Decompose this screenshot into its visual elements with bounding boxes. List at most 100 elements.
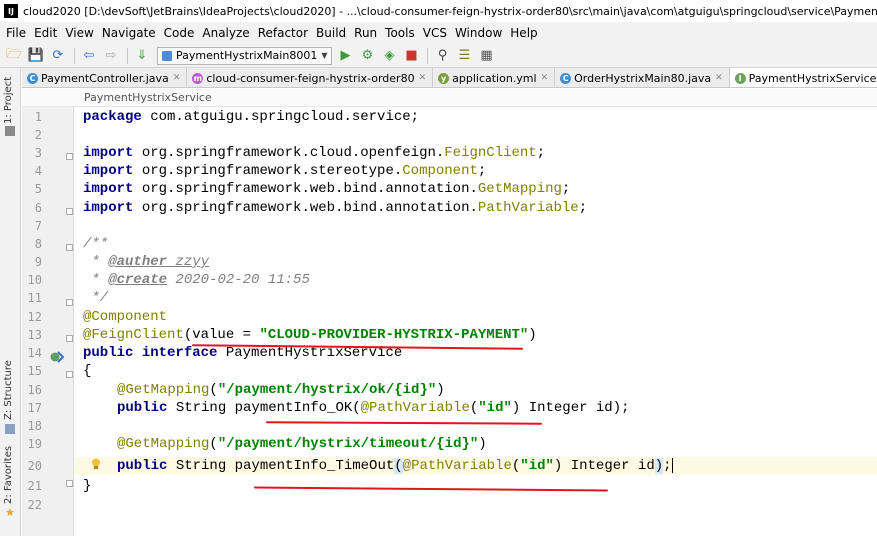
- line-number: 2: [34, 128, 42, 142]
- close-tab-icon[interactable]: ✕: [419, 73, 427, 83]
- star-icon: ★: [5, 506, 15, 519]
- menu-tools[interactable]: Tools: [381, 22, 419, 44]
- run-configuration-select[interactable]: PaymentHystrixMain8001 ▼: [157, 46, 333, 65]
- tab-label: application.yml: [452, 71, 537, 85]
- menu-bar: File Edit View Navigate Code Analyze Ref…: [0, 22, 877, 44]
- structure-icon[interactable]: ☰: [454, 46, 474, 66]
- favorites-tool-button[interactable]: 2: Favorites: [3, 446, 14, 504]
- project-structure-icon[interactable]: ▦: [476, 46, 496, 66]
- menu-window[interactable]: Window: [451, 22, 506, 44]
- implemented-interface-icon[interactable]: [50, 351, 64, 364]
- main-toolbar: 🗁 💾 ⟳ ⇦ ⇨ ⇓ PaymentHystrixMain8001 ▼ ▶ ⚙…: [0, 44, 877, 68]
- line-number: 1: [34, 110, 42, 124]
- run-icon[interactable]: ▶: [335, 46, 355, 66]
- breadcrumb[interactable]: PaymentHystrixService: [22, 89, 877, 107]
- menu-view[interactable]: View: [61, 22, 97, 44]
- file-type-icon: C: [27, 72, 38, 84]
- stop-icon[interactable]: ■: [401, 46, 421, 66]
- fold-marker[interactable]: [66, 335, 73, 342]
- menu-build[interactable]: Build: [312, 22, 350, 44]
- line-number: 6: [34, 201, 42, 215]
- folder-open-icon[interactable]: 🗁: [4, 46, 24, 66]
- code-line-5: import org.springframework.web.bind.anno…: [83, 181, 571, 197]
- line-number: 20: [27, 459, 42, 473]
- line-number: 14: [27, 346, 42, 360]
- close-tab-icon[interactable]: ✕: [715, 73, 723, 83]
- tab-label: cloud-consumer-feign-hystrix-order80: [206, 71, 415, 85]
- tab-0[interactable]: C PaymentController.java ✕: [22, 68, 188, 87]
- code-line-15: {: [83, 363, 92, 379]
- code-line-16: @GetMapping("/payment/hystrix/ok/{id}"): [117, 382, 445, 398]
- menu-file[interactable]: File: [2, 22, 30, 44]
- code-line-20: public String paymentInfo_TimeOut(@PathV…: [117, 457, 673, 474]
- code-line-13: @FeignClient(value = "CLOUD-PROVIDER-HYS…: [83, 327, 537, 343]
- forward-arrow-icon[interactable]: ⇨: [101, 46, 121, 66]
- menu-vcs[interactable]: VCS: [419, 22, 451, 44]
- tab-4[interactable]: IPaymentHystrixService.java✕: [729, 68, 877, 87]
- file-type-icon: m: [192, 72, 204, 84]
- line-number: 17: [27, 401, 42, 415]
- tab-2[interactable]: y application.yml ✕: [433, 68, 556, 87]
- run-configuration-label: PaymentHystrixMain8001: [176, 49, 318, 62]
- menu-run[interactable]: Run: [350, 22, 381, 44]
- fold-marker[interactable]: [66, 299, 73, 306]
- tab-1[interactable]: m cloud-consumer-feign-hystrix-order80 ✕: [187, 68, 434, 87]
- menu-edit[interactable]: Edit: [30, 22, 61, 44]
- line-number: 19: [27, 437, 42, 451]
- menu-navigate[interactable]: Navigate: [98, 22, 160, 44]
- code-text[interactable]: package com.atguigu.springcloud.service;…: [83, 107, 873, 536]
- line-number: 9: [34, 255, 42, 269]
- line-number: 11: [27, 291, 42, 305]
- line-number: 3: [34, 146, 42, 160]
- toolbar-divider: [74, 47, 75, 64]
- code-line-19: @GetMapping("/payment/hystrix/timeout/{i…: [117, 436, 487, 452]
- menu-help[interactable]: Help: [506, 22, 541, 44]
- code-line-17: public String paymentInfo_OK(@PathVariab…: [117, 400, 630, 416]
- menu-analyze[interactable]: Analyze: [198, 22, 253, 44]
- search-icon[interactable]: ⚲: [432, 46, 452, 66]
- code-line-6: import org.springframework.web.bind.anno…: [83, 200, 588, 216]
- left-tool-stripe: 1: Project Z: Structure 2: Favorites ★: [0, 68, 21, 536]
- sync-icon[interactable]: ⟳: [48, 46, 68, 66]
- line-number: 12: [27, 310, 42, 324]
- code-editor[interactable]: 1 2 3 4 5 6 7 8 9 10 11 12 13 14 15 16 17 18 19 20 21 22 pack…: [22, 107, 877, 536]
- project-tool-button[interactable]: 1: Project: [3, 77, 14, 124]
- fold-marker[interactable]: [66, 153, 73, 160]
- close-tab-icon[interactable]: ✕: [541, 73, 549, 83]
- line-number: 15: [27, 364, 42, 378]
- intellij-logo-icon: IJ: [4, 4, 18, 18]
- code-line-4: import org.springframework.stereotype.Co…: [83, 163, 487, 179]
- code-line-3: import org.springframework.cloud.openfei…: [83, 145, 546, 161]
- menu-code[interactable]: Code: [160, 22, 199, 44]
- fold-marker[interactable]: [66, 371, 73, 378]
- tab-3[interactable]: C OrderHystrixMain80.java ✕: [555, 68, 730, 87]
- line-number: 8: [34, 237, 42, 251]
- build-icon[interactable]: ⇓: [132, 46, 152, 66]
- tab-label: PaymentController.java: [41, 71, 169, 85]
- fold-marker[interactable]: [66, 480, 73, 487]
- window-title: cloud2020 [D:\devSoft\JetBrains\IdeaProj…: [23, 4, 877, 18]
- chevron-down-icon: ▼: [321, 51, 328, 60]
- code-line-8: /**: [83, 236, 109, 252]
- project-icon: [5, 126, 15, 136]
- code-line-10: * @create 2020-02-20 11:55: [83, 272, 310, 288]
- fold-marker[interactable]: [66, 208, 73, 215]
- title-bar: IJ cloud2020 [D:\devSoft\JetBrains\IdeaP…: [0, 0, 877, 22]
- menu-refactor[interactable]: Refactor: [254, 22, 312, 44]
- tab-label: OrderHystrixMain80.java: [574, 71, 712, 85]
- line-number: 7: [34, 219, 42, 233]
- file-type-icon: I: [734, 72, 746, 84]
- fold-marker[interactable]: [66, 244, 73, 251]
- code-line-9: * @auther zzyy: [83, 254, 210, 270]
- file-type-icon: C: [560, 72, 572, 84]
- debug-icon[interactable]: ⚙: [357, 46, 377, 66]
- line-number: 16: [27, 383, 42, 397]
- toolbar-divider: [127, 47, 128, 64]
- back-arrow-icon[interactable]: ⇦: [79, 46, 99, 66]
- save-icon[interactable]: 💾: [26, 46, 46, 66]
- coverage-icon[interactable]: ◈: [379, 46, 399, 66]
- line-number: 13: [27, 328, 42, 342]
- structure-tool-button[interactable]: Z: Structure: [3, 360, 14, 420]
- text-cursor: [671, 457, 673, 473]
- close-tab-icon[interactable]: ✕: [173, 73, 181, 83]
